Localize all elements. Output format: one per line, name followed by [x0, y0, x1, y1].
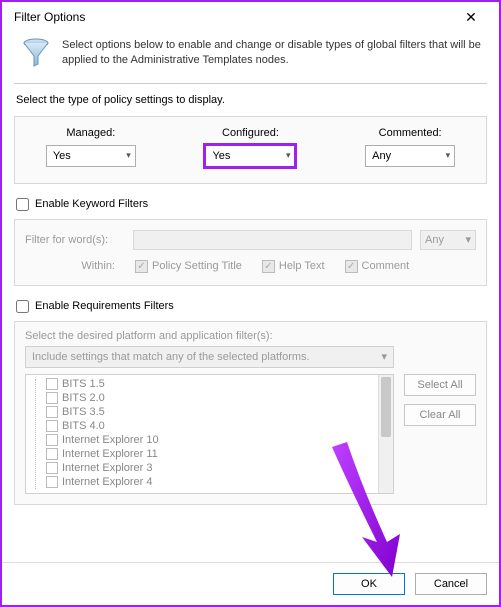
window-title: Filter Options [14, 10, 451, 24]
keyword-match-dropdown: Any ▾ [420, 230, 476, 250]
checkbox-icon [46, 406, 58, 418]
checkbox-checked-icon: ✓ [135, 260, 148, 273]
platform-label: Internet Explorer 3 [62, 462, 153, 474]
checkbox-icon [46, 448, 58, 460]
checkbox-icon [46, 434, 58, 446]
close-icon: ✕ [465, 9, 477, 26]
checkbox-icon [46, 462, 58, 474]
within-title-label: Policy Setting Title [152, 260, 242, 272]
managed-value: Yes [53, 150, 71, 162]
policy-type-group: Managed: Yes ▾ Configured: Yes ▾ Comment… [14, 116, 487, 184]
configured-dropdown[interactable]: Yes ▾ [205, 145, 295, 167]
cancel-label: Cancel [434, 578, 468, 590]
enable-requirements-row: Enable Requirements Filters [16, 300, 487, 313]
ok-button[interactable]: OK [333, 573, 405, 595]
commented-column: Commented: Any ▾ [350, 127, 470, 167]
managed-dropdown[interactable]: Yes ▾ [46, 145, 136, 167]
platform-item: Internet Explorer 11 [26, 447, 393, 461]
configured-column: Configured: Yes ▾ [190, 127, 310, 167]
platform-label: BITS 1.5 [62, 378, 105, 390]
checkbox-icon [46, 378, 58, 390]
select-all-button: Select All [404, 374, 476, 396]
chevron-down-icon: ▾ [381, 350, 387, 363]
platform-label: Internet Explorer 4 [62, 476, 153, 488]
within-comment-option: ✓ Comment [345, 260, 410, 273]
checkbox-icon [46, 420, 58, 432]
configured-label: Configured: [222, 127, 279, 139]
keyword-match-value: Any [425, 234, 444, 246]
platform-match-value: Include settings that match any of the s… [32, 351, 310, 363]
checkbox-checked-icon: ✓ [262, 260, 275, 273]
requirements-group: Select the desired platform and applicat… [14, 321, 487, 505]
divider [14, 83, 487, 84]
managed-column: Managed: Yes ▾ [31, 127, 151, 167]
platform-item: Internet Explorer 10 [26, 433, 393, 447]
platform-match-dropdown: Include settings that match any of the s… [25, 346, 394, 368]
filter-words-input [133, 230, 412, 250]
dialog-footer: OK Cancel [2, 562, 499, 605]
commented-dropdown[interactable]: Any ▾ [365, 145, 455, 167]
funnel-icon [20, 36, 52, 68]
enable-requirements-label: Enable Requirements Filters [35, 300, 174, 312]
platform-list: BITS 1.5 BITS 2.0 BITS 3.5 BITS 4.0 Internet… [25, 374, 394, 494]
scrollbar-thumb [381, 377, 391, 437]
requirements-desc: Select the desired platform and applicat… [25, 330, 476, 342]
platform-item: BITS 3.5 [26, 405, 393, 419]
managed-label: Managed: [66, 127, 115, 139]
checkbox-checked-icon: ✓ [345, 260, 358, 273]
platform-item: BITS 4.0 [26, 419, 393, 433]
chevron-down-icon: ▾ [446, 150, 451, 161]
checkbox-icon [46, 476, 58, 488]
header-description: Select options below to enable and chang… [62, 36, 481, 69]
close-button[interactable]: ✕ [451, 4, 491, 30]
commented-value: Any [372, 150, 391, 162]
platform-label: BITS 4.0 [62, 420, 105, 432]
platform-item: Internet Explorer 3 [26, 461, 393, 475]
platform-item: BITS 1.5 [26, 377, 393, 391]
configured-value: Yes [212, 150, 230, 162]
platform-label: BITS 3.5 [62, 406, 105, 418]
filter-words-label: Filter for word(s): [25, 234, 125, 246]
checkbox-icon [46, 392, 58, 404]
scrollbar [378, 375, 393, 493]
enable-keyword-label: Enable Keyword Filters [35, 198, 148, 210]
commented-label: Commented: [379, 127, 442, 139]
enable-keyword-row: Enable Keyword Filters [16, 198, 487, 211]
filter-options-dialog: Filter Options ✕ Select options below to… [0, 0, 501, 607]
platform-label: BITS 2.0 [62, 392, 105, 404]
cancel-button[interactable]: Cancel [415, 573, 487, 595]
platform-label: Internet Explorer 10 [62, 434, 159, 446]
header-row: Select options below to enable and chang… [14, 32, 487, 79]
ok-label: OK [361, 578, 377, 590]
chevron-down-icon: ▾ [126, 150, 131, 161]
within-help-option: ✓ Help Text [262, 260, 325, 273]
policy-section-label: Select the type of policy settings to di… [16, 94, 487, 106]
within-title-option: ✓ Policy Setting Title [135, 260, 242, 273]
platform-item: BITS 2.0 [26, 391, 393, 405]
chevron-down-icon: ▾ [465, 233, 471, 246]
keyword-group: Filter for word(s): Any ▾ Within: ✓ Poli… [14, 219, 487, 286]
within-help-label: Help Text [279, 260, 325, 272]
chevron-down-icon: ▾ [286, 150, 291, 161]
enable-keyword-checkbox[interactable] [16, 198, 29, 211]
platform-label: Internet Explorer 11 [62, 448, 158, 460]
platform-item: Internet Explorer 4 [26, 475, 393, 489]
enable-requirements-checkbox[interactable] [16, 300, 29, 313]
within-label: Within: [65, 260, 115, 272]
within-comment-label: Comment [362, 260, 410, 272]
dialog-content: Select options below to enable and chang… [2, 32, 499, 562]
clear-all-button: Clear All [404, 404, 476, 426]
titlebar: Filter Options ✕ [2, 2, 499, 32]
